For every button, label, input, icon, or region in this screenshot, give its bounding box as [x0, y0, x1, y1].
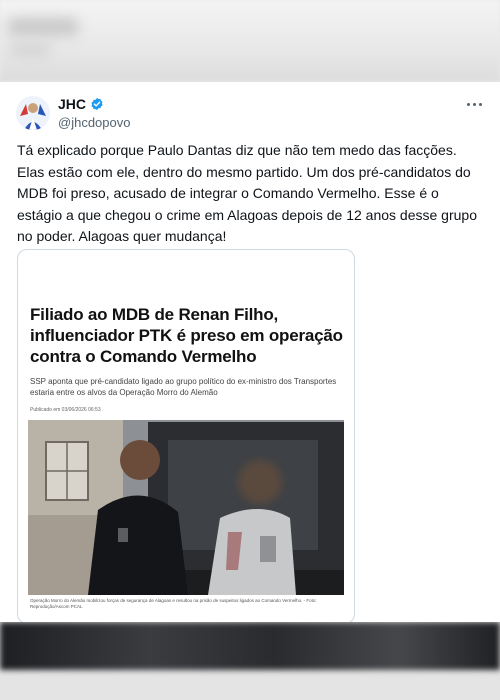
blurred-footer [0, 622, 500, 700]
photo-caption: Operação Morro do Alemão mobilizou força… [30, 598, 317, 609]
avatar[interactable] [16, 96, 50, 130]
tweet-card[interactable]: JHC @jhcdopovo Tá explicado porque Paulo… [0, 82, 500, 624]
avatar-image [16, 96, 50, 130]
author-name-row[interactable]: JHC [58, 96, 104, 112]
more-horizontal-icon[interactable] [462, 94, 486, 114]
article-headline: Filiado ao MDB de Renan Filho, influenci… [30, 305, 343, 366]
tweet-text: Tá explicado porque Paulo Dantas diz que… [17, 142, 477, 244]
handle[interactable]: @jhcdopovo [58, 115, 130, 130]
verified-badge-icon [91, 97, 103, 111]
article-subhead: SSP aponta que pré-candidato ligado ao g… [30, 377, 337, 397]
display-name[interactable]: JHC [58, 96, 86, 112]
photo-scene [28, 420, 344, 595]
article-published-date: Publicado em 03/06/2026 06:53 [30, 407, 101, 413]
blurred-header [0, 0, 500, 82]
blurred-ghost [10, 44, 50, 56]
embedded-article-image[interactable]: Filiado ao MDB de Renan Filho, influenci… [17, 249, 355, 624]
article-photo [28, 420, 344, 595]
blurred-ghost [8, 18, 78, 36]
blurred-band [0, 622, 500, 670]
